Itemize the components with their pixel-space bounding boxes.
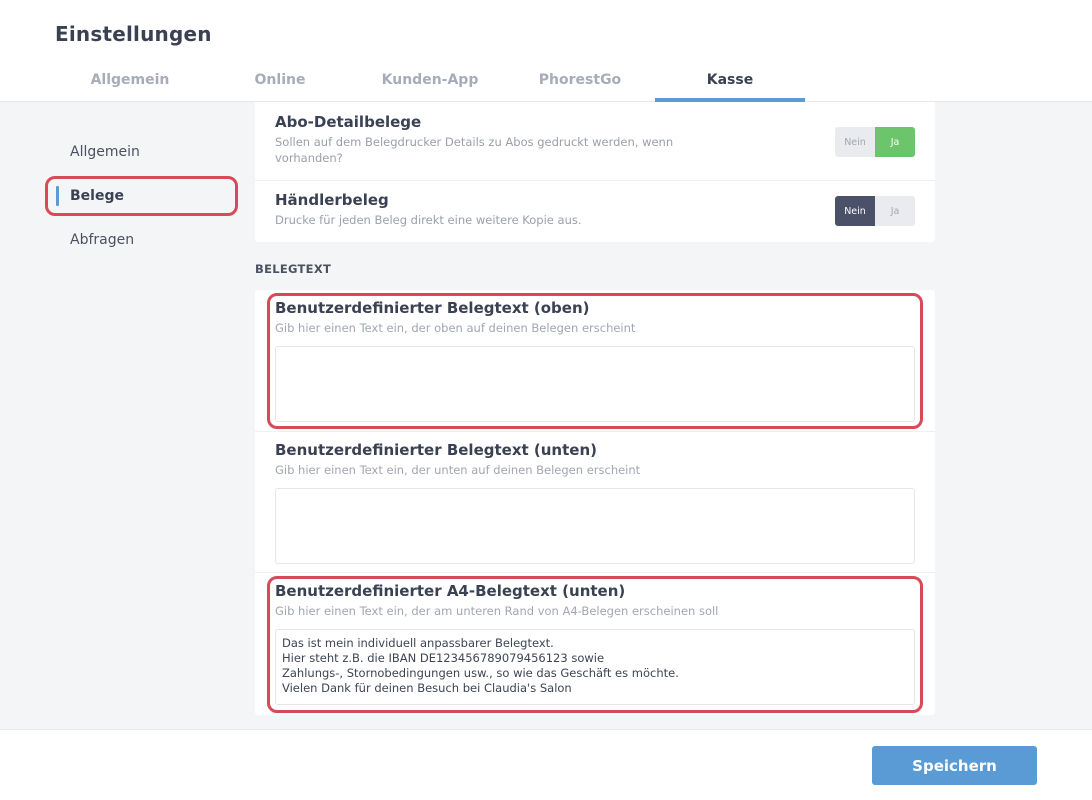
field-title: Benutzerdefinierter Belegtext (oben) xyxy=(275,299,590,317)
sidebar-item-abfragen[interactable]: Abfragen xyxy=(45,218,240,262)
toggle-yes-option[interactable]: Ja xyxy=(875,196,915,226)
active-indicator xyxy=(56,186,59,206)
tab-kunden-app[interactable]: Kunden-App xyxy=(355,60,505,102)
a4-belegtext-block: Benutzerdefinierter A4-Belegtext (unten)… xyxy=(255,572,935,715)
field-title: Benutzerdefinierter A4-Belegtext (unten) xyxy=(275,582,626,600)
abo-detailbelege-toggle[interactable]: Nein Ja xyxy=(835,127,915,157)
toggle-yes-option[interactable]: Ja xyxy=(875,127,915,157)
sidebar-item-label: Abfragen xyxy=(70,232,135,248)
belegtext-oben-block: Benutzerdefinierter Belegtext (oben) Gib… xyxy=(255,290,935,431)
toggle-no-option[interactable]: Nein xyxy=(835,196,875,226)
belegtext-unten-block: Benutzerdefinierter Belegtext (unten) Gi… xyxy=(255,431,935,572)
tab-online[interactable]: Online xyxy=(205,60,355,102)
settings-sidebar: Allgemein Belege Abfragen xyxy=(45,130,240,262)
field-title: Benutzerdefinierter Belegtext (unten) xyxy=(275,441,597,459)
setting-description: Sollen auf dem Belegdrucker Details zu A… xyxy=(275,135,674,165)
save-button[interactable]: Speichern xyxy=(872,746,1037,785)
sidebar-item-belege[interactable]: Belege xyxy=(45,176,238,216)
sidebar-item-label: Allgemein xyxy=(70,144,140,160)
tab-allgemein[interactable]: Allgemein xyxy=(55,60,205,102)
haendlerbeleg-toggle[interactable]: Nein Ja xyxy=(835,196,915,226)
setting-title: Händlerbeleg xyxy=(275,191,389,209)
setting-title: Abo-Detailbelege xyxy=(275,113,422,131)
tab-kasse[interactable]: Kasse xyxy=(655,60,805,102)
a4-belegtext-textarea[interactable]: Das ist mein individuell anpassbarer Bel… xyxy=(275,629,915,705)
setting-description: Drucke für jeden Beleg direkt eine weite… xyxy=(275,213,582,227)
setting-haendlerbeleg: Händlerbeleg Drucke für jeden Beleg dire… xyxy=(255,180,935,242)
toggle-no-option[interactable]: Nein xyxy=(835,127,875,157)
tab-phorestgo[interactable]: PhorestGo xyxy=(505,60,655,102)
section-label-belegtext: BELEGTEXT xyxy=(255,262,332,276)
belegtext-oben-textarea[interactable] xyxy=(275,346,915,422)
page-header: Einstellungen Allgemein Online Kunden-Ap… xyxy=(0,0,1092,102)
field-description: Gib hier einen Text ein, der am unteren … xyxy=(275,604,719,618)
belegtext-unten-textarea[interactable] xyxy=(275,488,915,564)
tab-bar: Allgemein Online Kunden-App PhorestGo Ka… xyxy=(55,60,805,102)
sidebar-item-label: Belege xyxy=(70,188,124,204)
setting-abo-detailbelege: Abo-Detailbelege Sollen auf dem Belegdru… xyxy=(255,102,935,180)
receipt-settings-card: Abo-Detailbelege Sollen auf dem Belegdru… xyxy=(255,102,935,242)
belegtext-card: Benutzerdefinierter Belegtext (oben) Gib… xyxy=(255,290,935,715)
page-title: Einstellungen xyxy=(55,22,212,46)
page-footer: Speichern xyxy=(0,729,1092,800)
sidebar-item-allgemein[interactable]: Allgemein xyxy=(45,130,240,174)
field-description: Gib hier einen Text ein, der unten auf d… xyxy=(275,463,641,477)
field-description: Gib hier einen Text ein, der oben auf de… xyxy=(275,321,636,335)
